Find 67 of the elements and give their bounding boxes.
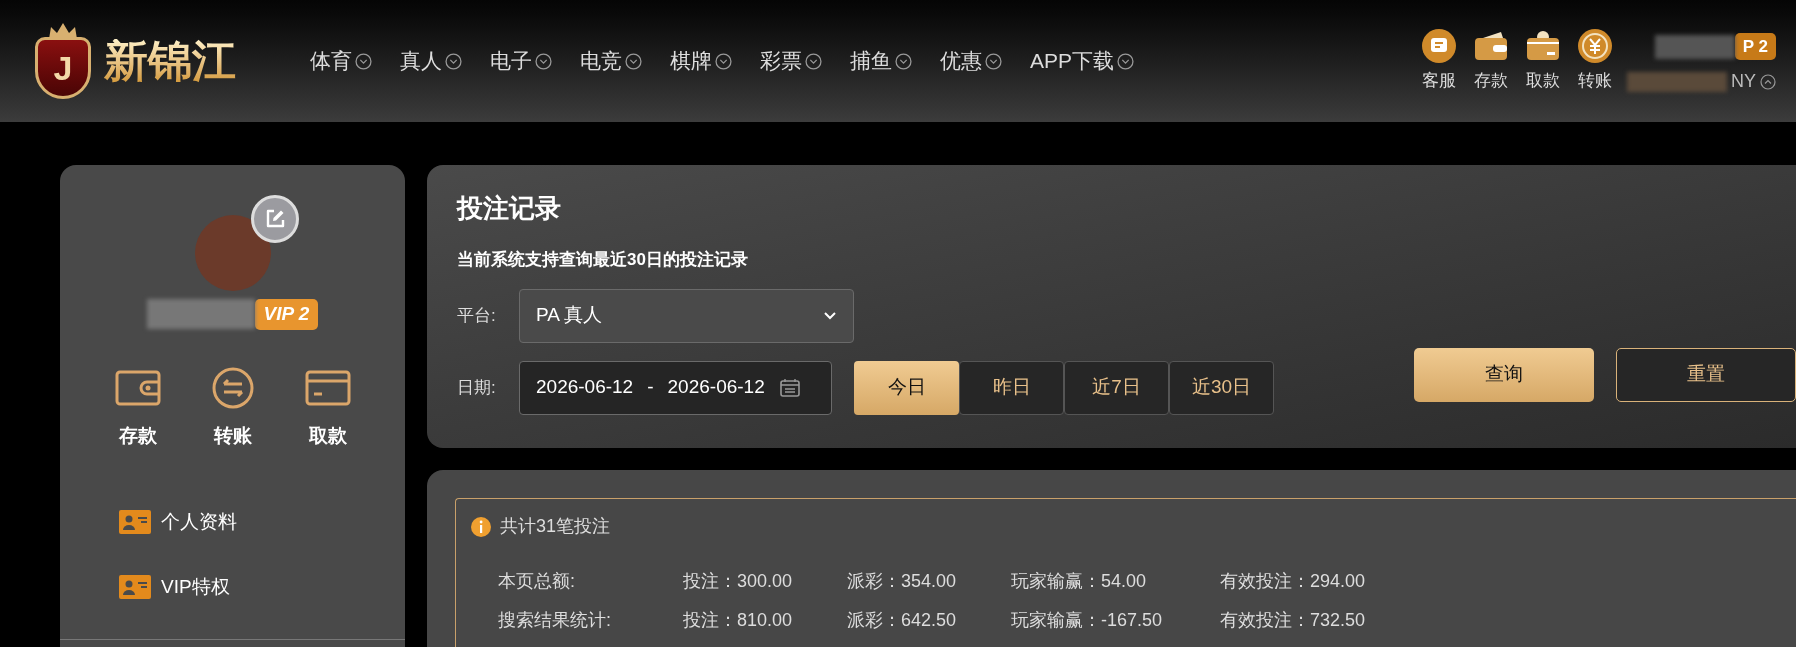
logo-letter: J [53, 51, 73, 85]
nav-link[interactable]: 捕鱼 [850, 45, 912, 77]
chat-icon [1421, 28, 1457, 65]
stat-value: 派彩：642.50 [847, 609, 958, 632]
chevron-up-icon[interactable] [1760, 73, 1776, 90]
wallet-icon [114, 369, 161, 406]
chevron-down-icon [715, 52, 732, 70]
date-label: 日期: [457, 376, 497, 399]
date-range-field[interactable]: 2026-06-12 - 2026-06-12 [519, 360, 832, 415]
range-tab[interactable]: 近30日 [1169, 360, 1274, 415]
range-tab[interactable]: 昨日 [959, 360, 1064, 415]
stat-value: 玩家输赢：-167.50 [1011, 609, 1164, 632]
stat-value: 有效投注：294.00 [1220, 570, 1367, 593]
chevron-down-icon [535, 52, 552, 70]
transfer-icon [210, 365, 255, 410]
id-card-icon [119, 510, 151, 535]
chevron-down-icon [625, 52, 642, 70]
chevron-down-icon [355, 52, 372, 70]
nav-link[interactable]: APP下载 [1030, 45, 1135, 77]
sidebar-menu-item[interactable]: 个人资料 [119, 508, 237, 537]
nav-link[interactable]: 真人 [400, 45, 462, 77]
total-count: 共计31笔投注 [500, 515, 611, 538]
chevron-down-icon [445, 52, 462, 70]
currency-label: NY [1731, 70, 1756, 94]
logo-text: 新锦江 [104, 39, 236, 83]
yuan-coin-icon [1577, 28, 1613, 65]
nav-link[interactable]: 电竞 [580, 45, 642, 77]
page-title: 投注记录 [457, 195, 562, 221]
chevron-down-icon [985, 52, 1002, 70]
sidebar-action-link[interactable]: 转账 [202, 365, 263, 450]
sidebar-action-link[interactable]: 取款 [297, 365, 358, 450]
stat-value: 投注：810.00 [683, 609, 794, 632]
row-label: 搜索结果统计: [498, 609, 612, 632]
card-icon [304, 369, 351, 406]
vip-badge: P 2 [1734, 32, 1776, 61]
range-tab[interactable]: 近7日 [1064, 360, 1169, 415]
chevron-down-icon [805, 52, 822, 70]
chevron-down-icon [823, 310, 837, 321]
edit-avatar-button[interactable] [250, 195, 299, 243]
platform-select[interactable]: PA 真人 [519, 288, 854, 343]
vip-badge: VIP 2 [254, 299, 319, 330]
row-label: 本页总额: [498, 570, 576, 593]
chevron-down-icon [895, 52, 912, 70]
id-card-icon [119, 574, 151, 599]
calendar-icon [778, 377, 801, 398]
stat-value: 玩家输赢：54.00 [1011, 570, 1148, 593]
header-action-link[interactable]: 转账 [1577, 28, 1613, 94]
range-tab[interactable]: 今日 [854, 360, 959, 415]
stat-value: 派彩：354.00 [847, 570, 958, 593]
stat-value: 投注：300.00 [683, 570, 794, 593]
nav-link[interactable]: 棋牌 [670, 45, 732, 77]
header-action-link[interactable]: 客服 [1421, 28, 1457, 94]
nav-link[interactable]: 体育 [310, 45, 372, 77]
reset-button[interactable]: 重置 [1616, 347, 1796, 402]
header-action-link[interactable]: 取款 [1525, 28, 1561, 94]
sidebar-menu-item[interactable]: VIP特权 [119, 572, 237, 601]
sidebar-action-link[interactable]: 存款 [107, 365, 168, 450]
info-icon [470, 515, 492, 538]
header-action-link[interactable]: 存款 [1473, 28, 1509, 94]
nav-link[interactable]: 电子 [490, 45, 552, 77]
platform-label: 平台: [457, 304, 497, 327]
nav-link[interactable]: 优惠 [940, 45, 1002, 77]
search-button[interactable]: 查询 [1414, 347, 1594, 402]
chevron-down-icon [1117, 52, 1135, 70]
notice-text: 当前系统支持查询最近30日的投注记录 [457, 249, 749, 271]
stat-value: 有效投注：732.50 [1220, 609, 1367, 632]
nav-link[interactable]: 彩票 [760, 45, 822, 77]
